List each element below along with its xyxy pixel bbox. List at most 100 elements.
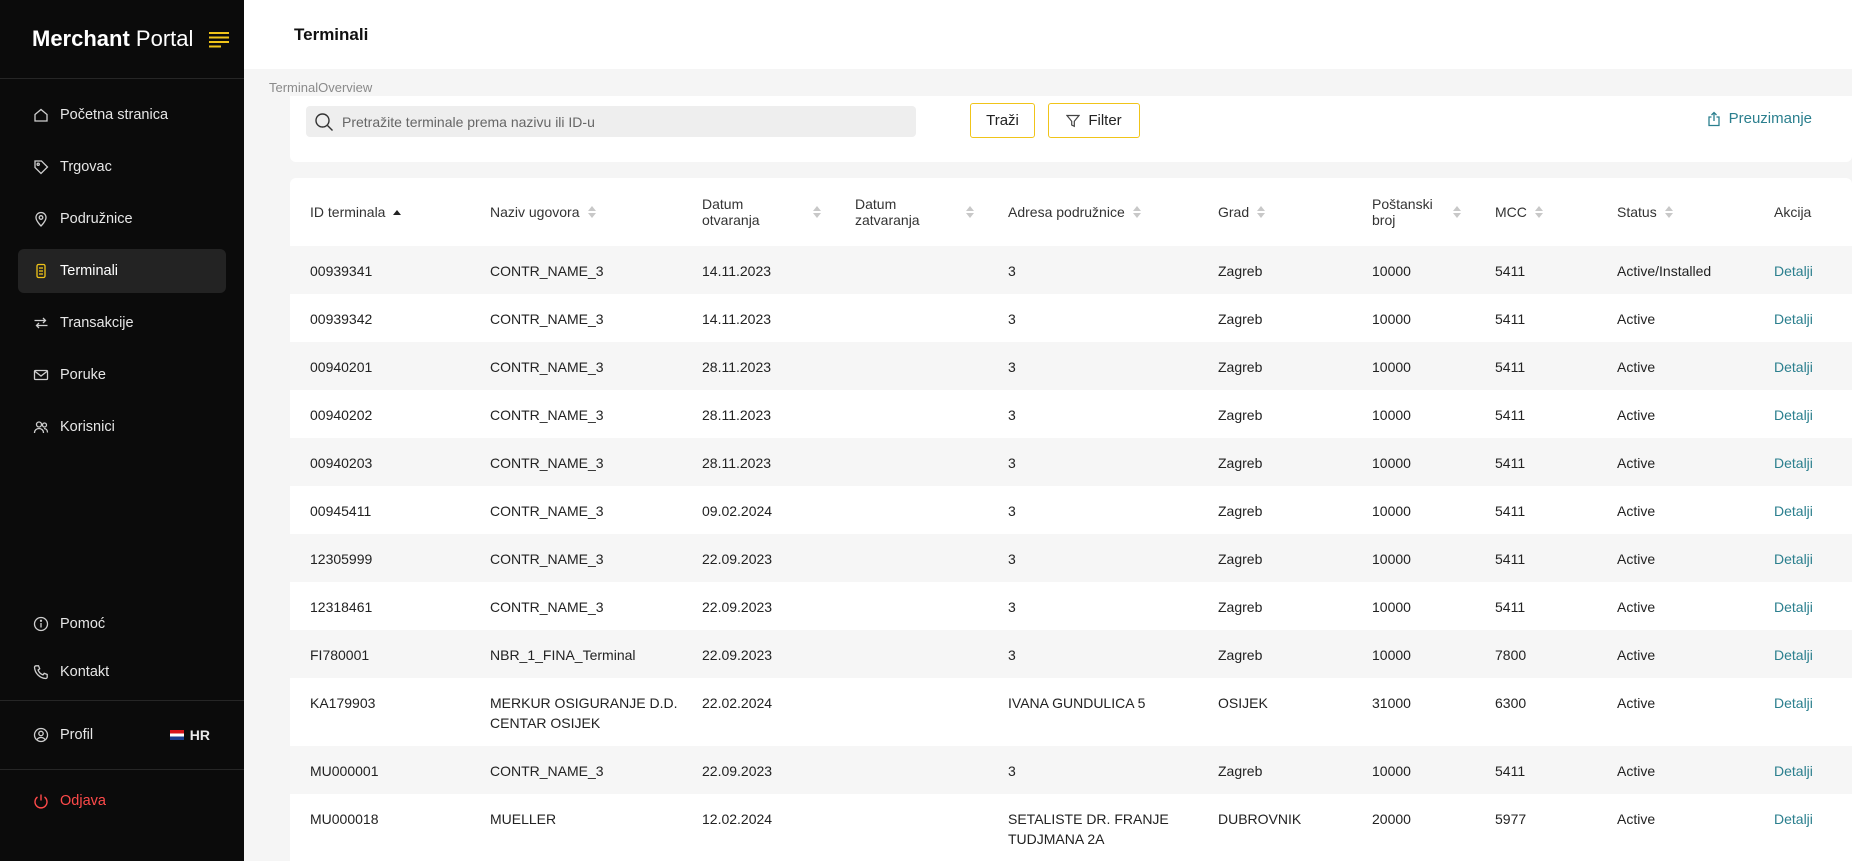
cell-terminal-id: MU000001 — [310, 763, 379, 779]
cell-action: Detalji — [1754, 582, 1852, 630]
app: Merchant Portal Početna stranica Trgovac… — [0, 0, 1852, 861]
column-header-city[interactable]: Grad — [1198, 178, 1352, 246]
table-row: 00939342 CONTR_NAME_3 14.11.2023 3 Zagreb 100… — [290, 294, 1852, 342]
sidebar-item-home[interactable]: Početna stranica — [18, 93, 226, 137]
cell-city: Zagreb — [1218, 647, 1263, 663]
table-row: KA179903 MERKUR OSIGURANJE D.D. CENTAR OS… — [290, 678, 1852, 746]
cell-postal-code: 10000 — [1372, 455, 1411, 471]
sidebar-item-help[interactable]: Pomoć — [18, 604, 226, 644]
cell-contract-name: CONTR_NAME_3 — [490, 455, 604, 471]
language-switcher[interactable]: HR — [169, 727, 210, 743]
cell-terminal-id: MU000018 — [310, 811, 379, 827]
cell-action: Detalji — [1754, 390, 1852, 438]
croatia-flag-icon — [169, 730, 184, 740]
details-link[interactable]: Detalji — [1774, 503, 1813, 519]
sidebar-item-label: Podružnice — [60, 211, 133, 227]
cell-branch-address: 3 — [1008, 311, 1016, 327]
cell-closed-date — [835, 246, 988, 294]
column-header-mcc[interactable]: MCC — [1475, 178, 1597, 246]
download-label: Preuzimanje — [1728, 110, 1812, 127]
cell-opened-date: 22.09.2023 — [702, 763, 773, 779]
cell-terminal-id: FI780001 — [310, 647, 370, 663]
cell-action: Detalji — [1754, 342, 1852, 390]
home-icon — [32, 106, 50, 124]
column-header-terminal-id[interactable]: ID terminala — [290, 178, 470, 246]
sidebar-item-merchant[interactable]: Trgovac — [18, 145, 226, 189]
sidebar-item-branches[interactable]: Podružnice — [18, 197, 226, 241]
details-link[interactable]: Detalji — [1774, 599, 1813, 615]
cell-closed-date — [835, 342, 988, 390]
cell-opened-date: 14.11.2023 — [702, 263, 772, 279]
search-button-label: Traži — [986, 112, 1019, 129]
profile-button[interactable]: Profil — [32, 726, 93, 744]
cell-contract-name: CONTR_NAME_3 — [490, 311, 604, 327]
filter-button[interactable]: Filter — [1048, 103, 1140, 138]
cell-closed-date — [835, 582, 988, 630]
cell-branch-address: 3 — [1008, 599, 1016, 615]
cell-contract-name: CONTR_NAME_3 — [490, 503, 604, 519]
cell-mcc: 5977 — [1495, 811, 1527, 827]
cell-postal-code: 10000 — [1372, 263, 1411, 279]
sidebar-item-terminals[interactable]: Terminali — [18, 249, 226, 293]
details-link[interactable]: Detalji — [1774, 455, 1813, 471]
table-row: FI780001 NBR_1_FINA_Terminal 22.09.2023 3 Za… — [290, 630, 1852, 678]
table-row: 00940201 CONTR_NAME_3 28.11.2023 3 Zagreb 100… — [290, 342, 1852, 390]
cell-action: Detalji — [1754, 746, 1852, 794]
search-button[interactable]: Traži — [970, 103, 1035, 138]
details-link[interactable]: Detalji — [1774, 695, 1813, 711]
sidebar-item-contact[interactable]: Kontakt — [18, 652, 226, 692]
cell-terminal-id: 00940202 — [310, 407, 373, 423]
cell-branch-address: 3 — [1008, 551, 1016, 567]
details-link[interactable]: Detalji — [1774, 647, 1813, 663]
details-link[interactable]: Detalji — [1774, 359, 1813, 375]
cell-opened-date: 22.09.2023 — [702, 647, 773, 663]
details-link[interactable]: Detalji — [1774, 763, 1813, 779]
cell-closed-date — [835, 294, 988, 342]
sort-icon — [587, 206, 596, 218]
cell-status: Active — [1617, 763, 1656, 779]
cell-city: Zagreb — [1218, 407, 1263, 423]
sidebar-item-users[interactable]: Korisnici — [18, 405, 226, 449]
cell-postal-code: 10000 — [1372, 551, 1411, 567]
sidebar-item-messages[interactable]: Poruke — [18, 353, 226, 397]
details-link[interactable]: Detalji — [1774, 811, 1813, 827]
sort-icon — [1132, 206, 1141, 218]
column-header-branch-address[interactable]: Adresa podružnice — [988, 178, 1198, 246]
column-header-status[interactable]: Status — [1597, 178, 1754, 246]
cell-city: Zagreb — [1218, 551, 1263, 567]
cell-branch-address: 3 — [1008, 263, 1016, 279]
sidebar-item-label: Pomoć — [60, 616, 106, 632]
cell-contract-name: NBR_1_FINA_Terminal — [490, 647, 636, 663]
sort-icon — [1453, 206, 1461, 218]
cell-mcc: 5411 — [1495, 455, 1526, 471]
logout-button[interactable]: Odjava — [32, 792, 106, 810]
cell-action: Detalji — [1754, 486, 1852, 534]
cell-postal-code: 10000 — [1372, 647, 1411, 663]
column-label: Datum zatvaranja — [855, 196, 920, 228]
profile-row: Profil HR — [0, 700, 244, 770]
cell-mcc: 5411 — [1495, 407, 1526, 423]
details-link[interactable]: Detalji — [1774, 263, 1813, 279]
cell-closed-date — [835, 486, 988, 534]
download-link[interactable]: Preuzimanje — [1707, 110, 1812, 127]
column-header-opened-date[interactable]: Datum otvaranja — [682, 178, 835, 246]
cell-status: Active — [1617, 811, 1656, 827]
details-link[interactable]: Detalji — [1774, 551, 1813, 567]
column-header-contract-name[interactable]: Naziv ugovora — [470, 178, 682, 246]
cell-status: Active — [1617, 359, 1656, 375]
column-header-closed-date[interactable]: Datum zatvaranja — [835, 178, 988, 246]
language-code: HR — [189, 727, 210, 743]
column-header-postal-code[interactable]: Poštanski broj — [1352, 178, 1475, 246]
cell-action: Detalji — [1754, 438, 1852, 486]
sidebar-item-transactions[interactable]: Transakcije — [18, 301, 226, 345]
details-link[interactable]: Detalji — [1774, 407, 1813, 423]
menu-toggle-button[interactable] — [206, 26, 232, 52]
details-link[interactable]: Detalji — [1774, 311, 1813, 327]
cell-opened-date: 28.11.2023 — [702, 359, 772, 375]
search-input[interactable] — [342, 113, 902, 130]
sidebar-item-label: Terminali — [60, 263, 119, 279]
cell-status: Active/Installed — [1617, 263, 1712, 279]
cell-branch-address: 3 — [1008, 647, 1016, 663]
column-label: Datum otvaranja — [702, 196, 760, 228]
cell-city: Zagreb — [1218, 263, 1263, 279]
